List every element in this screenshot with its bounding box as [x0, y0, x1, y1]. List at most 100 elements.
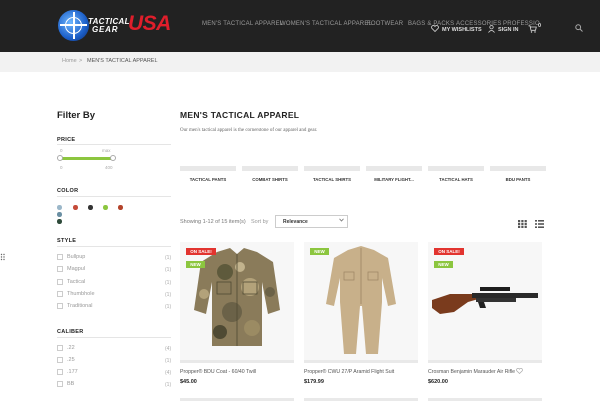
sale-badge: ON SALE!: [186, 248, 216, 255]
price-slider-min-handle[interactable]: [57, 155, 63, 161]
caliber-option-count: (1): [165, 358, 172, 364]
subcategory-label[interactable]: MILITARY FLIGHT...: [366, 177, 422, 182]
list-view-icon[interactable]: [535, 220, 544, 228]
style-option-count: (1): [165, 280, 172, 286]
style-option-label[interactable]: Bullpup: [67, 254, 85, 260]
search-icon[interactable]: [575, 24, 583, 32]
style-checkbox[interactable]: [57, 254, 63, 260]
subcategory-label[interactable]: TACTICAL PANTS: [180, 177, 236, 182]
product-name[interactable]: Propper® CWU 27/P Aramid Flight Suit: [304, 369, 394, 375]
style-checkbox[interactable]: [57, 279, 63, 285]
product-image[interactable]: [428, 242, 542, 360]
caliber-option-count: (4): [165, 370, 172, 376]
wishlist-link[interactable]: MY WISHLISTS: [442, 27, 482, 33]
caliber-option-label[interactable]: BB: [67, 381, 74, 387]
page: TACTICAL GEAR USA MEN'S TACTICAL APPAREL…: [0, 0, 600, 401]
brand-logo[interactable]: TACTICAL GEAR USA: [58, 9, 171, 43]
color-swatch[interactable]: [88, 205, 93, 210]
flight-suit-image: [326, 246, 396, 354]
style-option-count: (1): [165, 304, 172, 310]
product-image[interactable]: [304, 242, 418, 360]
category-description: Our men's tactical apparel is the corner…: [180, 128, 318, 133]
style-option-label[interactable]: Traditional: [67, 303, 92, 309]
caliber-checkbox[interactable]: [57, 357, 63, 363]
subcategory-tile[interactable]: [242, 166, 298, 171]
filter-title: Filter By: [57, 110, 96, 121]
price-heading: PRICE: [57, 137, 76, 143]
subcategory-tile[interactable]: [490, 166, 546, 171]
product-price: $620.00: [428, 379, 448, 385]
price-divider: [57, 144, 171, 145]
sale-badge: ON SALE!: [434, 248, 464, 255]
caliber-option-label[interactable]: .25: [67, 357, 75, 363]
new-badge: NEW: [434, 261, 453, 268]
nav-womens-tactical-apparel[interactable]: WOMEN'S TACTICAL APPAREL: [280, 21, 372, 27]
subcategory-tile[interactable]: [366, 166, 422, 171]
subcategory-label[interactable]: TACTICAL HATS: [428, 177, 484, 182]
style-option-count: (1): [165, 267, 172, 273]
style-option-count: (1): [165, 292, 172, 298]
subcategory-tile[interactable]: [180, 166, 236, 171]
subcategory-tile[interactable]: [304, 166, 360, 171]
nav-footwear[interactable]: FOOTWEAR: [367, 21, 403, 27]
subcategory-label[interactable]: COMBAT SHIRTS: [242, 177, 298, 182]
price-slider-fill: [60, 157, 113, 160]
style-option-label[interactable]: Tactical: [67, 279, 85, 285]
page-title: MEN'S TACTICAL APPAREL: [180, 110, 300, 120]
style-option-count: (1): [165, 255, 172, 261]
logo-text-usa: USA: [128, 12, 171, 35]
color-swatch[interactable]: [118, 205, 123, 210]
caliber-heading: CALIBER: [57, 329, 84, 335]
color-swatch[interactable]: [103, 205, 108, 210]
caliber-checkbox[interactable]: [57, 369, 63, 375]
card-divider: [180, 360, 294, 363]
color-divider: [57, 196, 171, 197]
new-badge: NEW: [310, 248, 329, 255]
price-slider-max-handle[interactable]: [110, 155, 116, 161]
crosshair-v: [72, 12, 75, 39]
caliber-option-label[interactable]: .177: [67, 369, 78, 375]
subcategory-label[interactable]: TACTICAL SHIRTS: [304, 177, 360, 182]
color-swatch[interactable]: [57, 205, 62, 210]
caliber-checkbox[interactable]: [57, 345, 63, 351]
card-divider: [304, 360, 418, 363]
signin-link[interactable]: SIGN IN: [498, 27, 518, 33]
heart-icon[interactable]: [431, 25, 439, 32]
logo-text-gear: GEAR: [92, 25, 119, 34]
new-badge: NEW: [186, 261, 205, 268]
sort-label: Sort by: [251, 219, 269, 225]
heart-icon[interactable]: [516, 368, 523, 374]
caliber-checkbox[interactable]: [57, 381, 63, 387]
caliber-option-label[interactable]: .22: [67, 345, 75, 351]
breadcrumb-current: MEN'S TACTICAL APPAREL: [87, 58, 158, 64]
style-option-label[interactable]: Magpul: [67, 266, 85, 272]
style-checkbox[interactable]: [57, 303, 63, 309]
style-heading: STYLE: [57, 238, 77, 244]
grid-view-icon[interactable]: [518, 220, 527, 228]
chevron-down-icon[interactable]: [339, 218, 344, 222]
site-header: TACTICAL GEAR USA MEN'S TACTICAL APPAREL…: [0, 0, 600, 52]
card-divider: [428, 360, 542, 363]
nav-mens-tactical-apparel[interactable]: MEN'S TACTICAL APPAREL: [202, 21, 283, 27]
color-swatch[interactable]: [73, 205, 78, 210]
product-image[interactable]: [180, 242, 294, 360]
breadcrumb-home[interactable]: Home: [62, 58, 77, 64]
cart-icon[interactable]: [528, 25, 537, 33]
style-checkbox[interactable]: [57, 291, 63, 297]
product-name[interactable]: Propper® BDU Coat - 60/40 Twill: [180, 369, 256, 375]
breadcrumb: Home > MEN'S TACTICAL APPAREL: [0, 52, 600, 72]
product-price: $45.00: [180, 379, 197, 385]
user-icon[interactable]: [488, 25, 495, 33]
color-swatch[interactable]: [57, 212, 62, 217]
sort-selected-value[interactable]: Relevance: [283, 219, 308, 225]
style-checkbox[interactable]: [57, 266, 63, 272]
color-swatch[interactable]: [57, 219, 62, 224]
color-heading: COLOR: [57, 188, 79, 194]
subcategory-label[interactable]: BDU PANTS: [490, 177, 546, 182]
subcategory-tile[interactable]: [428, 166, 484, 171]
price-max-value: 400: [105, 165, 113, 170]
camo-jacket-image: [194, 248, 280, 346]
style-option-label[interactable]: Thumbhole: [67, 291, 95, 297]
product-name[interactable]: Crosman Benjamin Marauder Air Rifle: [428, 369, 515, 375]
drag-handle-icon[interactable]: [0, 253, 6, 261]
